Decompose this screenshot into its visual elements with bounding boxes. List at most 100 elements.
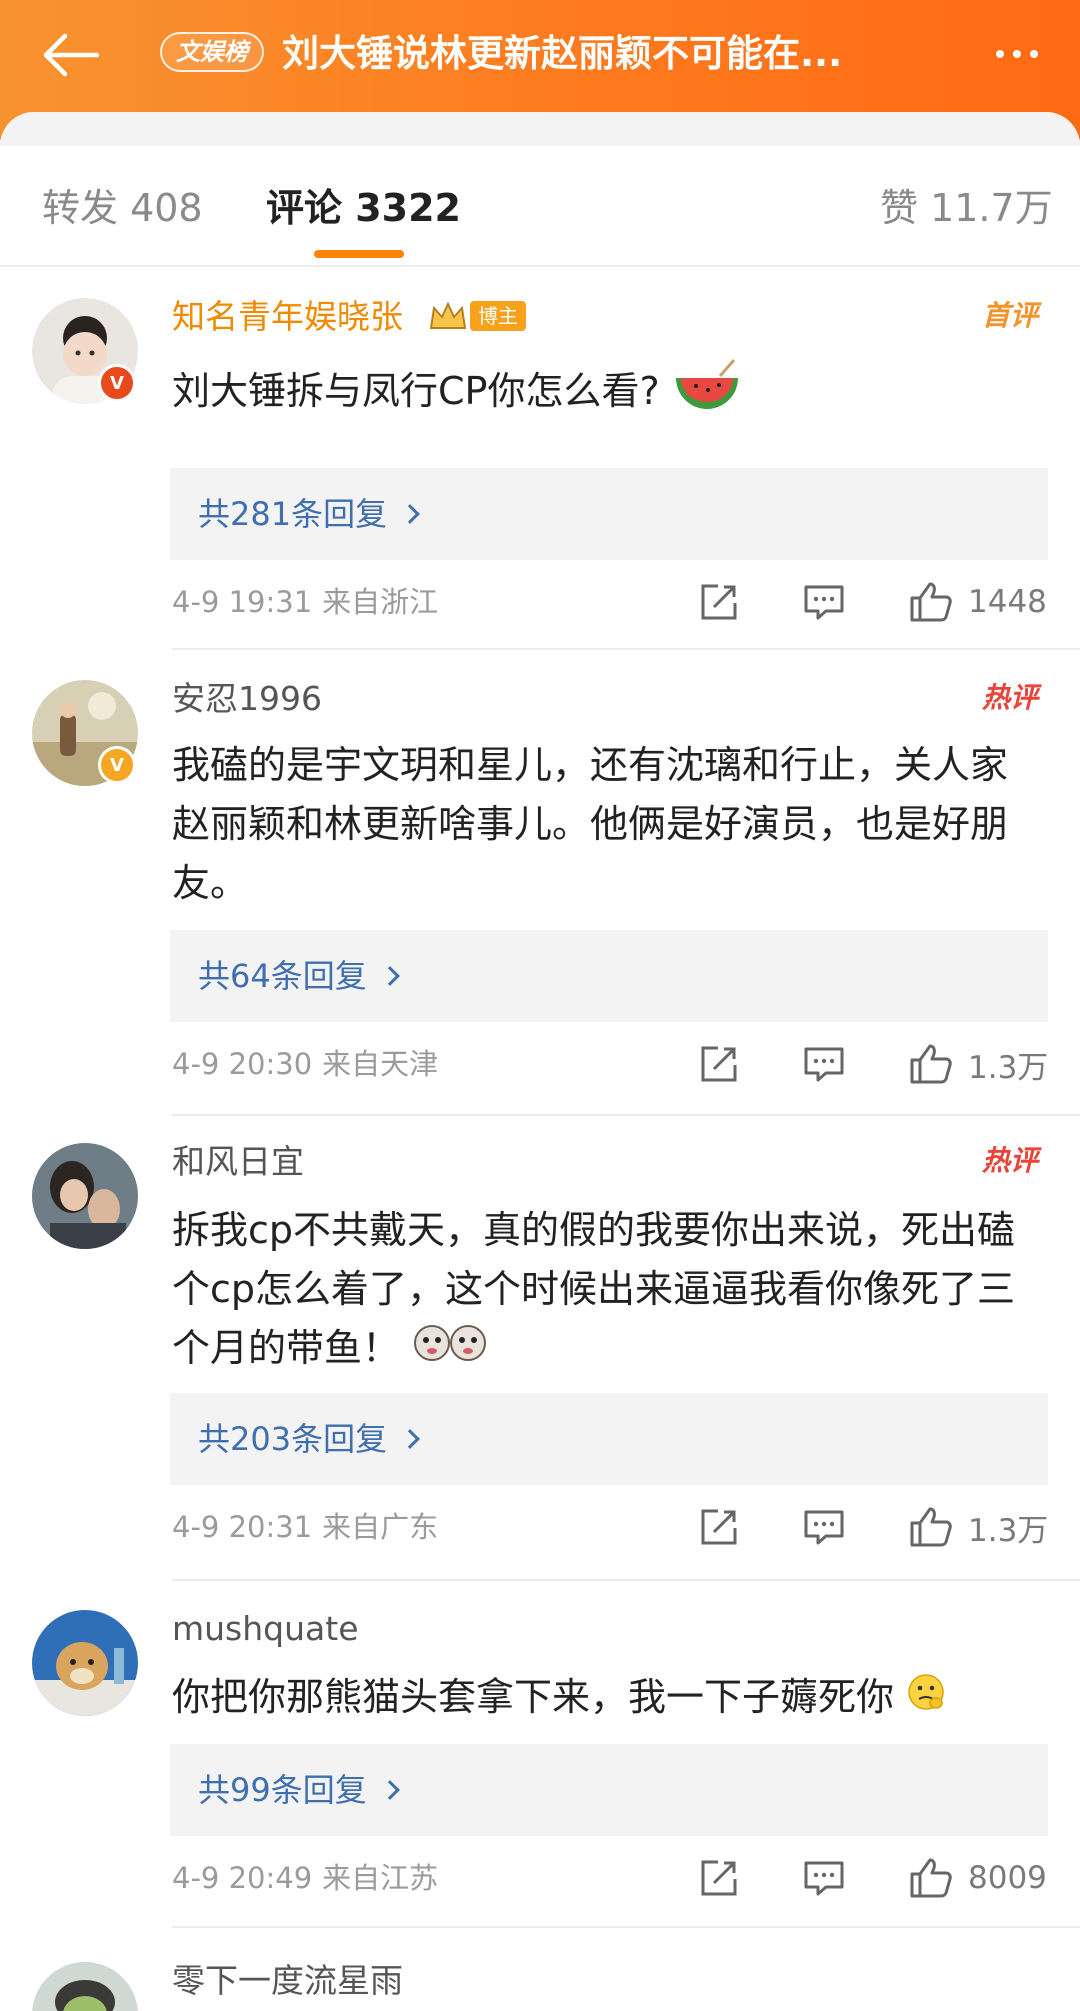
reply-button[interactable] — [802, 574, 846, 630]
doge-emoji-icon — [412, 1321, 490, 1380]
tabs-divider — [0, 265, 1080, 267]
more-dot — [1030, 50, 1038, 58]
ranking-badge[interactable]: 文娱榜 — [160, 32, 264, 72]
replies-link[interactable]: 共203条回复 — [170, 1393, 1048, 1485]
replies-link[interactable]: 共281条回复 — [170, 468, 1048, 560]
share-button[interactable] — [698, 1499, 740, 1555]
comment-meta: 4-9 20:49 来自江苏 — [172, 1858, 438, 1898]
username[interactable]: mushquate — [172, 1606, 359, 1652]
like-icon — [910, 1507, 952, 1547]
like-icon — [910, 582, 952, 622]
avatar[interactable] — [32, 1610, 138, 1716]
comment-item: 和风日宜 热评 拆我cp不共戴天，真的假的我要你出来说，死出磕个cp怎么着了，这… — [0, 1113, 1080, 1581]
comment-meta: 4-9 20:31 来自广东 — [172, 1507, 438, 1547]
back-arrow-icon — [43, 33, 100, 77]
comment-item: mushquate 你把你那熊猫头套拿下来，我一下子薅死你 共99条回复 4-9… — [0, 1580, 1080, 1928]
more-dot — [1013, 50, 1021, 58]
share-button[interactable] — [698, 1036, 740, 1092]
reply-button[interactable] — [802, 1036, 846, 1092]
comment-text-content: 拆我cp不共戴天，真的假的我要你出来说，死出磕个cp怎么着了，这个时候出来逼逼我… — [172, 1208, 1016, 1370]
username[interactable]: 零下一度流星雨 — [172, 1958, 403, 2004]
tab-comments[interactable]: 评论 3322 — [266, 182, 461, 234]
like-count: 8009 — [968, 1860, 1047, 1896]
like-count: 1448 — [968, 584, 1047, 620]
comment-item: V 安忍1996 热评 我磕的是宇文玥和星儿，还有沈璃和行止，关人家赵丽颖和林更… — [0, 650, 1080, 1116]
comment-meta: 4-9 20:30 来自天津 — [172, 1044, 438, 1084]
comment-text: 你把你那熊猫头套拿下来，我一下子薅死你 — [172, 1668, 1042, 1729]
watermelon-emoji-icon — [672, 356, 742, 431]
like-icon — [910, 1044, 952, 1084]
replies-count: 共64条回复 — [198, 957, 367, 995]
reply-button[interactable] — [802, 1499, 846, 1555]
comment-text: 我磕的是宇文玥和星儿，还有沈璃和行止，关人家赵丽颖和林更新啥事儿。他俩是好演员，… — [172, 743, 1009, 905]
share-icon — [701, 1046, 737, 1082]
first-comment-tag: 首评 — [981, 299, 1038, 332]
avatar[interactable] — [32, 1962, 138, 2011]
thinking-emoji-icon — [906, 1670, 946, 1729]
comment-date: 4-9 20:30 — [172, 1047, 313, 1081]
verified-icon: V — [98, 746, 136, 784]
replies-count: 共99条回复 — [198, 1771, 367, 1809]
tab-bar: 转发 408 评论 3322 赞 11.7万 — [0, 150, 1080, 265]
share-icon — [701, 1509, 737, 1545]
chevron-right-icon — [400, 504, 420, 524]
verified-icon: V — [98, 364, 136, 402]
comment-date: 4-9 20:31 — [172, 1510, 313, 1544]
crown-icon — [429, 301, 467, 329]
like-button[interactable]: 1.3万 — [908, 1499, 1048, 1555]
back-button[interactable] — [28, 20, 114, 90]
comment-icon — [804, 1861, 844, 1896]
like-icon — [910, 1858, 952, 1898]
comment-date: 4-9 20:49 — [172, 1861, 313, 1895]
tab-likes[interactable]: 赞 11.7万 — [880, 182, 1053, 234]
more-button[interactable] — [972, 26, 1062, 82]
chevron-right-icon — [379, 1780, 400, 1800]
comment-actions: 1.3万 — [690, 1499, 1050, 1555]
comment-text: 刘大锤拆与凤行CP你怎么看? — [172, 356, 1042, 431]
comment-icon — [804, 585, 844, 620]
tab-repost[interactable]: 转发 408 — [42, 182, 203, 234]
page-title: 刘大锤说林更新赵丽颖不可能在... — [282, 32, 843, 75]
comment-actions: 8009 — [690, 1850, 1050, 1906]
hot-comment-tag: 热评 — [981, 1144, 1038, 1177]
share-button[interactable] — [698, 1850, 740, 1906]
comment-location: 来自江苏 — [322, 1861, 439, 1895]
replies-count: 共203条回复 — [198, 1420, 388, 1458]
like-button[interactable]: 8009 — [908, 1850, 1047, 1906]
username[interactable]: 知名青年娱晓张 — [172, 294, 403, 340]
comment-text: 拆我cp不共戴天，真的假的我要你出来说，死出磕个cp怎么着了，这个时候出来逼逼我… — [172, 1201, 1042, 1380]
comment-meta: 4-9 19:31 来自浙江 — [172, 582, 438, 622]
more-dots-icon — [996, 50, 1004, 58]
sheet-top-strip — [0, 112, 1080, 146]
comment-text-content: 刘大锤拆与凤行CP你怎么看? — [172, 369, 660, 413]
avatar[interactable] — [32, 1143, 138, 1249]
comment-date: 4-9 19:31 — [172, 585, 313, 619]
comment-icon — [804, 1510, 844, 1545]
blogger-badge: 博主 — [428, 300, 526, 332]
chevron-right-icon — [379, 966, 400, 986]
share-button[interactable] — [698, 574, 740, 630]
like-button[interactable]: 1.3万 — [908, 1036, 1048, 1092]
comment-item: 零下一度流星雨 — [0, 1928, 1080, 2011]
like-count: 1.3万 — [968, 1049, 1049, 1086]
replies-link[interactable]: 共99条回复 — [170, 1744, 1048, 1836]
username[interactable]: 和风日宜 — [172, 1139, 304, 1185]
reply-button[interactable] — [802, 1850, 846, 1906]
role-label: 博主 — [470, 301, 526, 331]
replies-count: 共281条回复 — [198, 495, 388, 533]
comment-icon — [804, 1047, 844, 1082]
like-count: 1.3万 — [968, 1512, 1049, 1549]
comment-actions: 1.3万 — [690, 1036, 1050, 1092]
comment-item: V 知名青年娱晓张 博主 首评 刘大锤拆与凤行CP你怎么看? 共281条回复 4… — [0, 268, 1080, 650]
chevron-right-icon — [400, 1429, 420, 1449]
username[interactable]: 安忍1996 — [172, 676, 322, 722]
like-button[interactable]: 1448 — [908, 574, 1047, 630]
replies-link[interactable]: 共64条回复 — [170, 930, 1048, 1022]
comment-location: 来自广东 — [322, 1510, 439, 1544]
comment-actions: 1448 — [690, 574, 1050, 630]
comment-text-content: 你把你那熊猫头套拿下来，我一下子薅死你 — [172, 1675, 895, 1719]
comment-location: 来自天津 — [322, 1047, 439, 1081]
hot-comment-tag: 热评 — [981, 681, 1038, 714]
share-icon — [701, 1860, 737, 1896]
share-icon — [701, 584, 737, 620]
